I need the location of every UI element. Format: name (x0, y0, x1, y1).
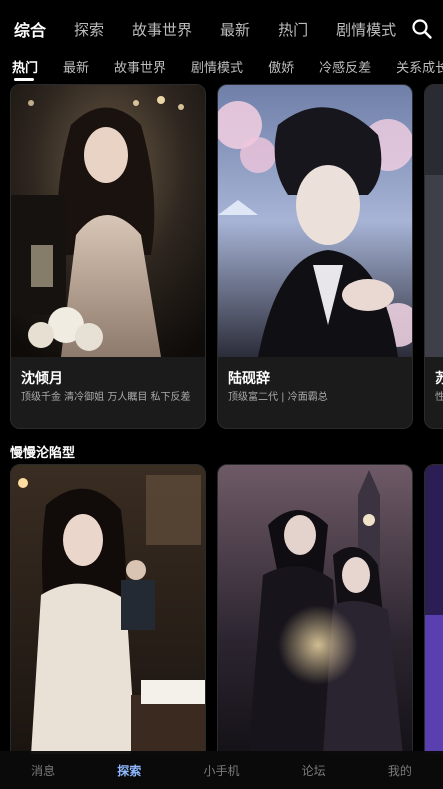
character-tags: 顶级富二代 | 冷面霸总 (228, 392, 328, 403)
sub-tab-story-world[interactable]: 故事世界 (114, 57, 166, 76)
character-tags: 顶级千金 清冷御姐 万人瞩目 私下反差 (21, 392, 191, 403)
top-tab-latest[interactable]: 最新 (220, 19, 250, 40)
character-portrait (218, 465, 412, 754)
character-portrait (425, 465, 443, 754)
sub-tab-bar: 热门 最新 故事世界 剧情模式 傲娇 冷感反差 关系成长 (0, 52, 443, 80)
character-portrait (11, 85, 205, 357)
nav-messages[interactable]: 消息 (31, 762, 55, 779)
sub-tab-relationship-growth[interactable]: 关系成长 (396, 57, 443, 76)
character-portrait (11, 465, 205, 754)
character-tags: 性 性 (435, 390, 443, 405)
top-tab-story-world[interactable]: 故事世界 (132, 19, 192, 40)
bottom-nav: 消息 探索 小手机 论坛 我的 (0, 751, 443, 789)
top-tab-plot-mode[interactable]: 剧情模式 (336, 19, 396, 40)
nav-phone[interactable]: 小手机 (203, 762, 239, 779)
nav-me[interactable]: 我的 (388, 762, 412, 779)
search-icon (412, 19, 432, 39)
character-name: 沈倾月 (21, 371, 63, 387)
top-tab-explore[interactable]: 探索 (74, 19, 104, 40)
character-name: 苏 (435, 368, 443, 388)
sub-tab-cold-contrast[interactable]: 冷感反差 (319, 57, 371, 76)
character-card[interactable] (424, 464, 443, 754)
top-tab-bar: 综合 探索 故事世界 最新 热门 剧情模式 (0, 0, 443, 58)
character-card[interactable]: 陆砚辞 顶级富二代 | 冷面霸总 (217, 84, 413, 429)
sub-tab-tsundere[interactable]: 傲娇 (268, 57, 294, 76)
character-portrait (425, 85, 443, 357)
nav-forum[interactable]: 论坛 (302, 762, 326, 779)
active-tab-indicator (14, 78, 34, 81)
character-card[interactable] (10, 464, 206, 754)
section-title: 慢慢沦陷型 (10, 446, 76, 461)
character-portrait (218, 85, 412, 357)
character-card[interactable] (217, 464, 413, 754)
character-card[interactable]: 苏 性 性 (424, 84, 443, 429)
search-button[interactable] (411, 18, 433, 40)
character-name: 陆砚辞 (228, 371, 270, 387)
top-tab-zonghe[interactable]: 综合 (14, 17, 46, 41)
sub-tab-latest[interactable]: 最新 (63, 57, 89, 76)
sub-tab-hot[interactable]: 热门 (12, 57, 38, 76)
section-card-row (0, 464, 443, 754)
character-card[interactable]: 沈倾月 顶级千金 清冷御姐 万人瞩目 私下反差 (10, 84, 206, 429)
sub-tab-plot-mode[interactable]: 剧情模式 (191, 57, 243, 76)
nav-explore[interactable]: 探索 (117, 762, 141, 779)
top-tab-hot[interactable]: 热门 (278, 19, 308, 40)
featured-card-row: 沈倾月 顶级千金 清冷御姐 万人瞩目 私下反差 陆砚辞 顶级富二代 | 冷面霸总 (0, 84, 443, 434)
